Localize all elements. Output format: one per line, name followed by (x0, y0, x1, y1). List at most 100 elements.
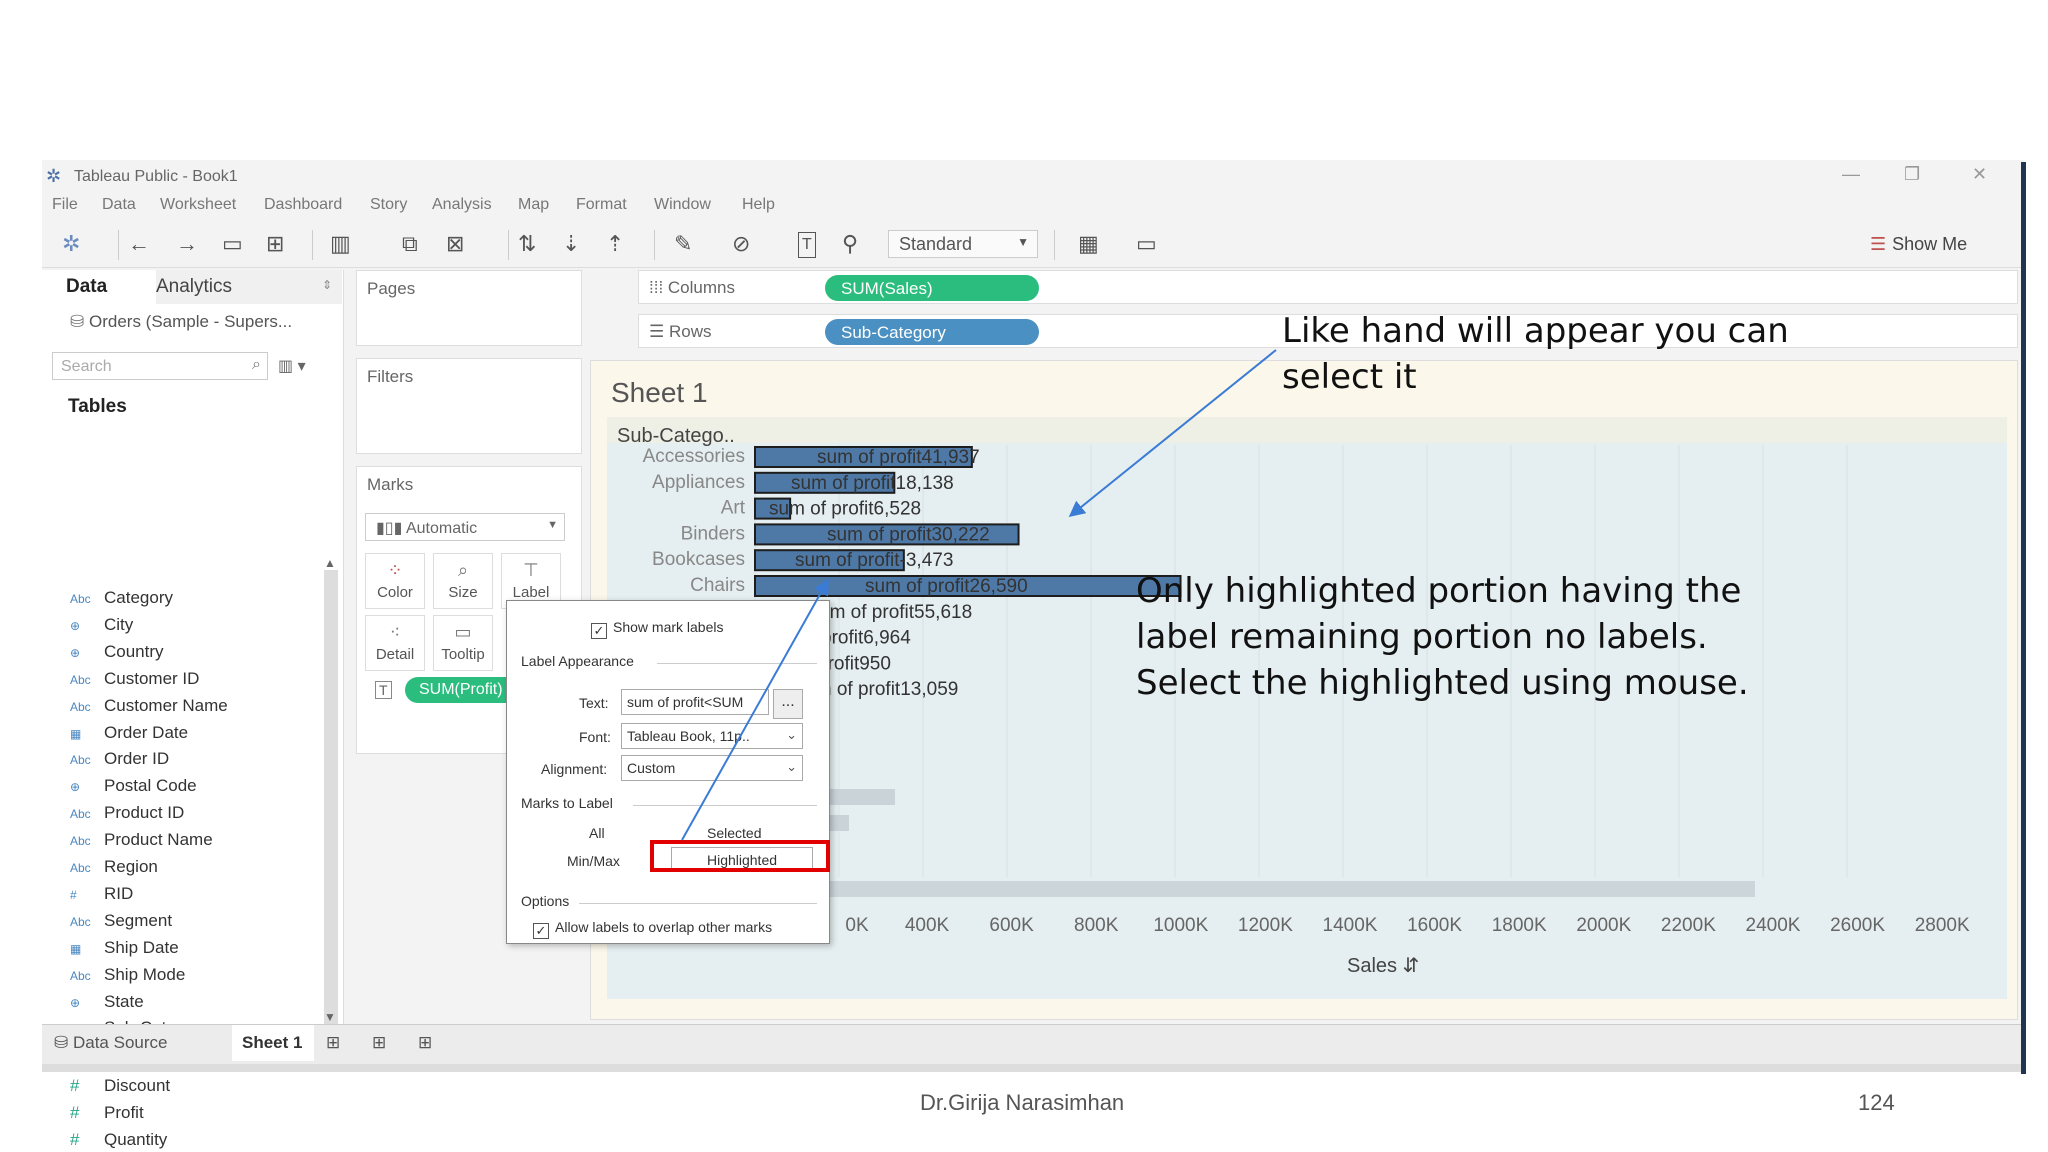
group-icon[interactable]: ⊘ (732, 232, 750, 256)
font-select[interactable]: Tableau Book, 11p.. ⌄ (621, 723, 803, 749)
field-item[interactable]: Abc Product ID (70, 803, 184, 827)
tables-heading: Tables (68, 396, 127, 417)
search-input[interactable]: Search ⌕ (52, 352, 268, 380)
show-cards-icon[interactable]: ▦ (1078, 232, 1099, 256)
save-icon[interactable]: ▭ (222, 232, 243, 256)
size-button[interactable]: ⌕ Size (433, 553, 493, 609)
tableau-home-icon[interactable]: ✲ (62, 232, 80, 256)
menu-help[interactable]: Help (742, 196, 775, 214)
sub-category-pill[interactable]: Sub-Category (825, 319, 1039, 345)
alignment-select[interactable]: Custom ⌄ (621, 755, 803, 781)
menu-story[interactable]: Story (370, 196, 407, 214)
show-labels-icon[interactable]: T (798, 232, 816, 258)
text-field[interactable]: sum of profit<SUM (621, 689, 769, 715)
field-item[interactable]: # RID (70, 884, 133, 908)
show-mark-labels-checkbox[interactable]: ✓ Show mark labels (591, 619, 724, 639)
tab-data[interactable]: Data (66, 270, 107, 304)
field-item[interactable]: # Quantity (70, 1130, 167, 1152)
field-item[interactable]: Abc Segment (70, 911, 172, 935)
field-item[interactable]: Abc Region (70, 857, 158, 881)
new-dashboard-icon[interactable]: ⊞ (372, 1033, 386, 1053)
number-icon: # (70, 887, 77, 902)
field-item[interactable]: Abc Product Name (70, 830, 213, 854)
sort-icon[interactable]: ⇵ (1403, 955, 1420, 977)
redo-icon[interactable]: → (176, 232, 198, 256)
clear-sheet-icon[interactable]: ⊠ (446, 232, 464, 256)
view-options-icon[interactable]: ▥ ▾ (278, 356, 306, 376)
show-me-button[interactable]: ☰ Show Me (1870, 234, 1967, 255)
option-selected[interactable]: Selected (707, 825, 761, 841)
horizontal-scrollbar[interactable] (755, 881, 1755, 897)
pages-card[interactable]: Pages (356, 270, 582, 346)
minimize-icon[interactable]: — (1842, 164, 1860, 185)
field-item[interactable]: Abc Category (70, 588, 173, 612)
menu-data[interactable]: Data (102, 196, 136, 214)
option-min-max[interactable]: Min/Max (567, 853, 620, 869)
menu-map[interactable]: Map (518, 196, 549, 214)
menu-file[interactable]: File (52, 196, 78, 214)
field-item[interactable]: Abc Customer Name (70, 696, 228, 720)
text-label: Text: (579, 695, 609, 711)
filters-card[interactable]: Filters (356, 358, 582, 454)
field-name: RID (104, 883, 134, 903)
field-item[interactable]: Abc Order ID (70, 749, 169, 773)
field-item[interactable]: ⊕ Postal Code (70, 776, 197, 800)
add-datasource-icon[interactable]: ⊞ (266, 232, 284, 256)
data-pane: Data Analytics ⇕ ⛁ Orders (Sample - Supe… (42, 270, 344, 1149)
field-item[interactable]: ⊕ City (70, 615, 133, 639)
scroll-down-icon[interactable]: ▼ (324, 1010, 336, 1024)
toolbar-separator (118, 230, 119, 260)
sort-ascending-icon[interactable]: ⇣ (562, 232, 580, 256)
sum-sales-pill[interactable]: SUM(Sales) (825, 275, 1039, 301)
field-item[interactable]: ▦ Ship Date (70, 938, 179, 962)
columns-shelf[interactable]: ⁞⁞⁞ Columns SUM(Sales) (638, 270, 2018, 304)
sort-descending-icon[interactable]: ⇡ (606, 232, 624, 256)
detail-button[interactable]: ⁖ Detail (365, 615, 425, 671)
field-item[interactable]: Abc Customer ID (70, 669, 199, 693)
field-item[interactable]: ⊕ Country (70, 642, 164, 666)
color-button[interactable]: ⁘ Color (365, 553, 425, 609)
menu-format[interactable]: Format (576, 196, 627, 214)
highlight-icon[interactable]: ✎ (674, 232, 692, 256)
allow-overlap-checkbox[interactable]: ✓ Allow labels to overlap other marks (533, 919, 772, 939)
field-item[interactable]: # Profit (70, 1103, 144, 1127)
new-worksheet-icon[interactable]: ▥ (330, 232, 351, 256)
pages-heading: Pages (367, 279, 416, 298)
menu-worksheet[interactable]: Worksheet (160, 196, 236, 214)
bar-chart-icon: ▮▯▮ (376, 520, 406, 537)
option-all[interactable]: All (589, 825, 605, 841)
pin-icon[interactable]: ⚲ (842, 232, 858, 256)
menu-analysis[interactable]: Analysis (432, 196, 492, 214)
scrollbar[interactable] (324, 570, 338, 1058)
category-label: Accessories (643, 446, 745, 467)
restore-icon[interactable]: ❐ (1904, 164, 1920, 185)
swap-icon[interactable]: ⇅ (518, 232, 536, 256)
fit-select[interactable]: Standard ▼ (888, 230, 1038, 258)
mark-type-select[interactable]: ▮▯▮ Automatic ▼ (365, 513, 565, 541)
checkbox-checked-icon: ✓ (591, 623, 607, 639)
category-label: Bookcases (652, 549, 745, 570)
duplicate-sheet-icon[interactable]: ⧉ (402, 232, 418, 256)
sheet-1-tab[interactable]: Sheet 1 (232, 1025, 314, 1061)
text-type-icon: Abc (70, 968, 91, 983)
menu-window[interactable]: Window (654, 196, 711, 214)
tooltip-button[interactable]: ▭ Tooltip (433, 615, 493, 671)
data-source-item[interactable]: ⛁ Orders (Sample - Supers... (70, 312, 292, 332)
menu-dashboard[interactable]: Dashboard (264, 196, 342, 214)
tab-analytics[interactable]: Analytics ⇕ (156, 270, 342, 304)
calendar-icon: ▦ (70, 941, 82, 956)
field-item[interactable]: ▦ Order Date (70, 723, 188, 747)
scroll-up-icon[interactable]: ▲ (324, 556, 336, 570)
presentation-icon[interactable]: ▭ (1136, 232, 1157, 256)
data-source-tab[interactable]: ⛁ Data Source (54, 1033, 167, 1053)
search-icon: ⌕ (252, 356, 261, 373)
field-item[interactable]: Abc Ship Mode (70, 965, 185, 989)
new-story-icon[interactable]: ⊞ (418, 1033, 432, 1053)
database-icon: ⛁ (70, 312, 85, 331)
new-sheet-icon[interactable]: ⊞ (326, 1033, 340, 1053)
more-button[interactable]: ... (773, 689, 803, 719)
field-item[interactable]: # Discount (70, 1076, 170, 1100)
close-icon[interactable]: ✕ (1972, 164, 1987, 185)
field-item[interactable]: ⊕ State (70, 992, 144, 1016)
undo-icon[interactable]: ← (128, 232, 150, 256)
